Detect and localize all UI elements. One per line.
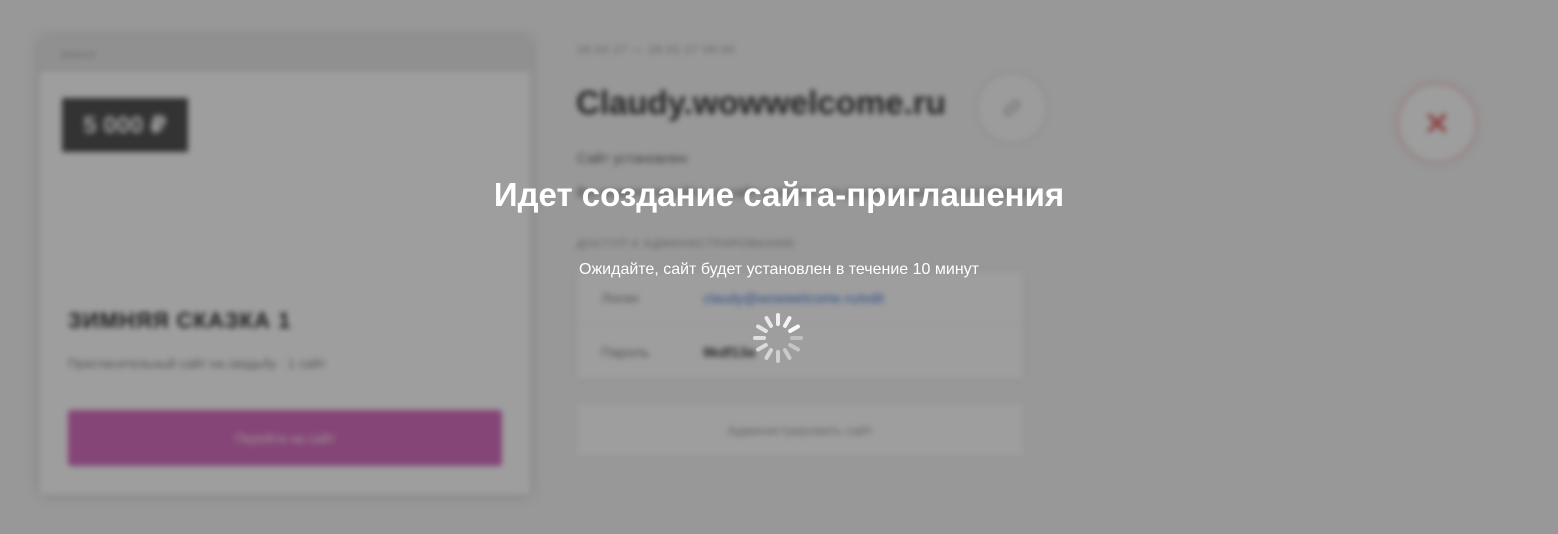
loading-subtitle: Ожидайте, сайт будет установлен в течени… bbox=[579, 261, 979, 278]
spinner-spoke bbox=[764, 316, 773, 328]
spinner-spoke bbox=[783, 316, 792, 328]
spinner-spoke bbox=[788, 324, 800, 333]
spinner-spoke bbox=[764, 348, 773, 360]
loading-overlay: Идет создание сайта-приглашения Ожидайте… bbox=[0, 0, 1558, 534]
spinner-spoke bbox=[783, 348, 792, 360]
spinner-spoke bbox=[756, 324, 768, 333]
spinner-spoke bbox=[788, 343, 800, 352]
spinner-spoke bbox=[756, 343, 768, 352]
stage: ЗАКАЗ 5 000 ₽ ЗИМНЯЯ СКАЗКА 1 Пригласите… bbox=[0, 0, 1558, 534]
loading-title: Идет создание сайта-приглашения bbox=[493, 176, 1065, 213]
loading-spinner-icon bbox=[753, 313, 803, 363]
